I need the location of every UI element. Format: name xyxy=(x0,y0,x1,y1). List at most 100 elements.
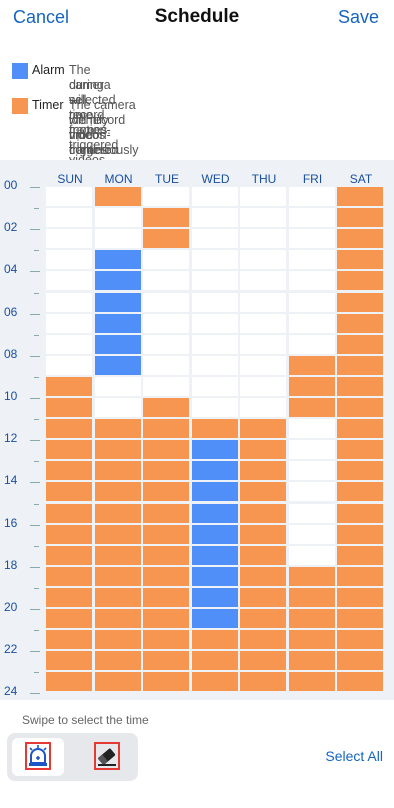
schedule-cell-sat-23[interactable] xyxy=(337,672,383,692)
schedule-cell-fri-8[interactable] xyxy=(288,355,335,375)
schedule-cell-mon-1[interactable] xyxy=(94,208,141,228)
schedule-cell-sun-12[interactable] xyxy=(46,440,92,460)
schedule-cell-thu-0[interactable] xyxy=(240,187,286,206)
schedule-cell-thu-15[interactable] xyxy=(240,503,286,523)
schedule-cell-fri-10[interactable] xyxy=(288,398,335,417)
schedule-cell-mon-7[interactable] xyxy=(94,334,141,354)
schedule-cell-thu-17[interactable] xyxy=(240,545,286,565)
schedule-cell-sat-10[interactable] xyxy=(337,398,383,417)
schedule-cell-mon-14[interactable] xyxy=(94,482,141,502)
schedule-cell-thu-1[interactable] xyxy=(240,208,286,228)
schedule-cell-sat-1[interactable] xyxy=(337,208,383,228)
schedule-cell-sun-9[interactable] xyxy=(46,376,92,396)
schedule-cell-wed-11[interactable] xyxy=(191,419,238,439)
schedule-cell-mon-10[interactable] xyxy=(94,398,141,417)
schedule-cell-mon-19[interactable] xyxy=(94,587,141,607)
schedule-cell-thu-22[interactable] xyxy=(240,651,286,671)
schedule-cell-sat-13[interactable] xyxy=(337,461,383,481)
schedule-cell-fri-4[interactable] xyxy=(288,271,335,291)
schedule-cell-thu-6[interactable] xyxy=(240,313,286,333)
schedule-cell-thu-4[interactable] xyxy=(240,271,286,291)
schedule-cell-thu-23[interactable] xyxy=(240,672,286,692)
schedule-cell-sat-15[interactable] xyxy=(337,503,383,523)
schedule-cell-mon-5[interactable] xyxy=(94,292,141,312)
schedule-cell-mon-0[interactable] xyxy=(94,187,141,206)
eraser-tool-button[interactable] xyxy=(81,738,133,776)
schedule-cell-wed-18[interactable] xyxy=(191,566,238,586)
schedule-cell-fri-21[interactable] xyxy=(288,630,335,650)
schedule-cell-sun-19[interactable] xyxy=(46,587,92,607)
schedule-cell-sun-1[interactable] xyxy=(46,208,92,228)
schedule-cell-fri-6[interactable] xyxy=(288,313,335,333)
schedule-cell-mon-15[interactable] xyxy=(94,503,141,523)
schedule-cell-wed-9[interactable] xyxy=(191,376,238,396)
schedule-cell-sat-17[interactable] xyxy=(337,545,383,565)
schedule-cell-tue-18[interactable] xyxy=(143,566,189,586)
schedule-cell-sat-22[interactable] xyxy=(337,651,383,671)
schedule-cell-wed-20[interactable] xyxy=(191,609,238,628)
schedule-cell-sat-21[interactable] xyxy=(337,630,383,650)
schedule-cell-sun-18[interactable] xyxy=(46,566,92,586)
schedule-cell-mon-9[interactable] xyxy=(94,376,141,396)
schedule-cell-thu-5[interactable] xyxy=(240,292,286,312)
schedule-cell-wed-10[interactable] xyxy=(191,398,238,417)
schedule-cell-tue-22[interactable] xyxy=(143,651,189,671)
schedule-cell-wed-14[interactable] xyxy=(191,482,238,502)
schedule-cell-thu-12[interactable] xyxy=(240,440,286,460)
schedule-cell-fri-9[interactable] xyxy=(288,376,335,396)
schedule-cell-tue-3[interactable] xyxy=(143,250,189,270)
schedule-cell-wed-23[interactable] xyxy=(191,672,238,692)
schedule-cell-mon-2[interactable] xyxy=(94,229,141,249)
schedule-cell-wed-17[interactable] xyxy=(191,545,238,565)
schedule-cell-sun-14[interactable] xyxy=(46,482,92,502)
schedule-cell-mon-17[interactable] xyxy=(94,545,141,565)
schedule-cell-fri-22[interactable] xyxy=(288,651,335,671)
schedule-cell-sun-23[interactable] xyxy=(46,672,92,692)
schedule-cell-fri-16[interactable] xyxy=(288,524,335,544)
schedule-cell-sat-20[interactable] xyxy=(337,609,383,628)
schedule-cell-sun-16[interactable] xyxy=(46,524,92,544)
schedule-cell-fri-13[interactable] xyxy=(288,461,335,481)
schedule-cell-mon-16[interactable] xyxy=(94,524,141,544)
schedule-cell-tue-16[interactable] xyxy=(143,524,189,544)
schedule-cell-thu-14[interactable] xyxy=(240,482,286,502)
schedule-cell-mon-22[interactable] xyxy=(94,651,141,671)
schedule-cell-fri-11[interactable] xyxy=(288,419,335,439)
schedule-cell-thu-20[interactable] xyxy=(240,609,286,628)
schedule-cell-thu-9[interactable] xyxy=(240,376,286,396)
schedule-cell-sun-13[interactable] xyxy=(46,461,92,481)
schedule-cell-wed-21[interactable] xyxy=(191,630,238,650)
schedule-cell-wed-2[interactable] xyxy=(191,229,238,249)
schedule-cell-wed-8[interactable] xyxy=(191,355,238,375)
schedule-cell-thu-11[interactable] xyxy=(240,419,286,439)
schedule-cell-tue-7[interactable] xyxy=(143,334,189,354)
schedule-cell-tue-11[interactable] xyxy=(143,419,189,439)
schedule-cell-mon-8[interactable] xyxy=(94,355,141,375)
schedule-cell-thu-2[interactable] xyxy=(240,229,286,249)
schedule-cell-tue-10[interactable] xyxy=(143,398,189,417)
schedule-cell-sun-7[interactable] xyxy=(46,334,92,354)
schedule-cell-fri-14[interactable] xyxy=(288,482,335,502)
schedule-cell-sat-12[interactable] xyxy=(337,440,383,460)
alarm-tool-button[interactable] xyxy=(12,738,64,776)
schedule-cell-tue-17[interactable] xyxy=(143,545,189,565)
schedule-cell-wed-22[interactable] xyxy=(191,651,238,671)
schedule-cell-wed-6[interactable] xyxy=(191,313,238,333)
schedule-cell-mon-4[interactable] xyxy=(94,271,141,291)
schedule-cell-mon-13[interactable] xyxy=(94,461,141,481)
schedule-cell-sat-19[interactable] xyxy=(337,587,383,607)
schedule-cell-wed-3[interactable] xyxy=(191,250,238,270)
schedule-cell-tue-13[interactable] xyxy=(143,461,189,481)
schedule-cell-sun-0[interactable] xyxy=(46,187,92,206)
schedule-cell-thu-16[interactable] xyxy=(240,524,286,544)
schedule-cell-wed-5[interactable] xyxy=(191,292,238,312)
schedule-cell-tue-9[interactable] xyxy=(143,376,189,396)
schedule-cell-sun-21[interactable] xyxy=(46,630,92,650)
schedule-cell-fri-0[interactable] xyxy=(288,187,335,206)
schedule-cell-mon-23[interactable] xyxy=(94,672,141,692)
schedule-cell-sat-14[interactable] xyxy=(337,482,383,502)
schedule-cell-tue-5[interactable] xyxy=(143,292,189,312)
schedule-cell-wed-19[interactable] xyxy=(191,587,238,607)
schedule-cell-tue-15[interactable] xyxy=(143,503,189,523)
schedule-cell-wed-16[interactable] xyxy=(191,524,238,544)
